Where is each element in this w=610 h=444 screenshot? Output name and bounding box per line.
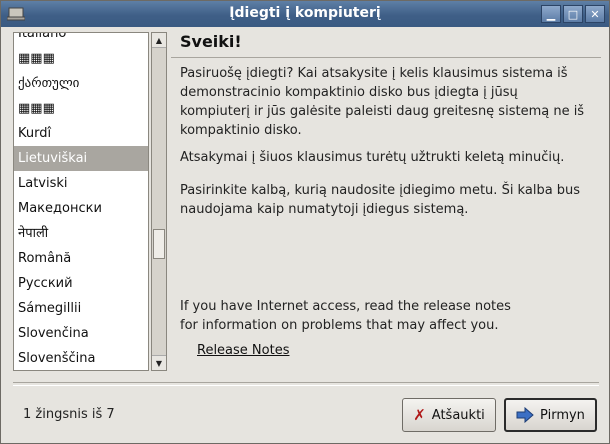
page-title: Sveiki! (180, 32, 242, 51)
language-item[interactable]: Română (14, 246, 148, 271)
window-title: Įdiegti į kompiuterį (229, 5, 381, 21)
next-button-label: Pirmyn (540, 407, 585, 423)
language-item[interactable]: Lietuviškai (14, 146, 148, 171)
language-item[interactable]: Slovenčina (14, 321, 148, 346)
intro-paragraph: Pasiruošę įdiegti? Kai atsakysite į keli… (180, 66, 585, 138)
step-indicator: 1 žingsnis iš 7 (23, 407, 115, 422)
internet-note-paragraph: If you have Internet access, read the re… (180, 299, 511, 333)
time-note-paragraph: Atsakymai į šiuos klausimus turėtų užtru… (180, 150, 565, 165)
scroll-up-arrow-icon[interactable]: ▲ (152, 33, 166, 48)
maximize-icon: □ (567, 7, 579, 21)
language-item[interactable]: ▦▦▦ (14, 46, 148, 71)
language-item[interactable]: Македонски (14, 196, 148, 221)
titlebar[interactable]: Įdiegti į kompiuterį ▁ □ ✕ (1, 1, 609, 27)
language-item[interactable]: Slovenščina (14, 346, 148, 370)
language-item[interactable]: Kurdî (14, 121, 148, 146)
language-list-scrollbar[interactable]: ▲ ▼ (151, 32, 167, 371)
cancel-button-label: Atšaukti (431, 407, 485, 423)
release-notes-link[interactable]: Release Notes (197, 343, 289, 358)
language-list[interactable]: Italiano ▦▦▦ ქართული ▦▦▦ Kurdî Lietuviškai Lat… (13, 32, 149, 371)
language-note-paragraph: Pasirinkite kalbą, kurią naudosite įdieg… (180, 183, 581, 217)
language-item[interactable]: Sámegillii (14, 296, 148, 321)
cancel-button[interactable]: ✗ Atšaukti (402, 398, 496, 432)
heading-divider (171, 57, 601, 58)
scrollbar-thumb[interactable] (153, 229, 165, 259)
language-item[interactable]: Latviski (14, 171, 148, 196)
minimize-button[interactable]: ▁ (541, 5, 561, 23)
footer-separator (13, 382, 599, 386)
cancel-icon: ✗ (413, 406, 426, 424)
forward-arrow-icon (516, 407, 534, 423)
language-item[interactable]: ქართული (14, 71, 148, 96)
language-item[interactable]: ▦▦▦ (14, 96, 148, 121)
scroll-down-arrow-icon[interactable]: ▼ (152, 355, 166, 370)
maximize-button[interactable]: □ (563, 5, 583, 23)
minimize-icon: ▁ (546, 7, 556, 21)
language-item[interactable]: Русский (14, 271, 148, 296)
window-controls: ▁ □ ✕ (541, 5, 605, 23)
close-icon: ✕ (590, 7, 600, 21)
installer-window: Įdiegti į kompiuterį ▁ □ ✕ Italiano ▦▦▦ ქა… (0, 0, 610, 444)
next-button[interactable]: Pirmyn (504, 398, 597, 432)
language-item[interactable]: नेपाली (14, 221, 148, 246)
close-button[interactable]: ✕ (585, 5, 605, 23)
language-item[interactable]: Italiano (14, 33, 148, 46)
welcome-panel: Sveiki! Pasiruošę įdiegti? Kai atsakysit… (171, 32, 601, 371)
